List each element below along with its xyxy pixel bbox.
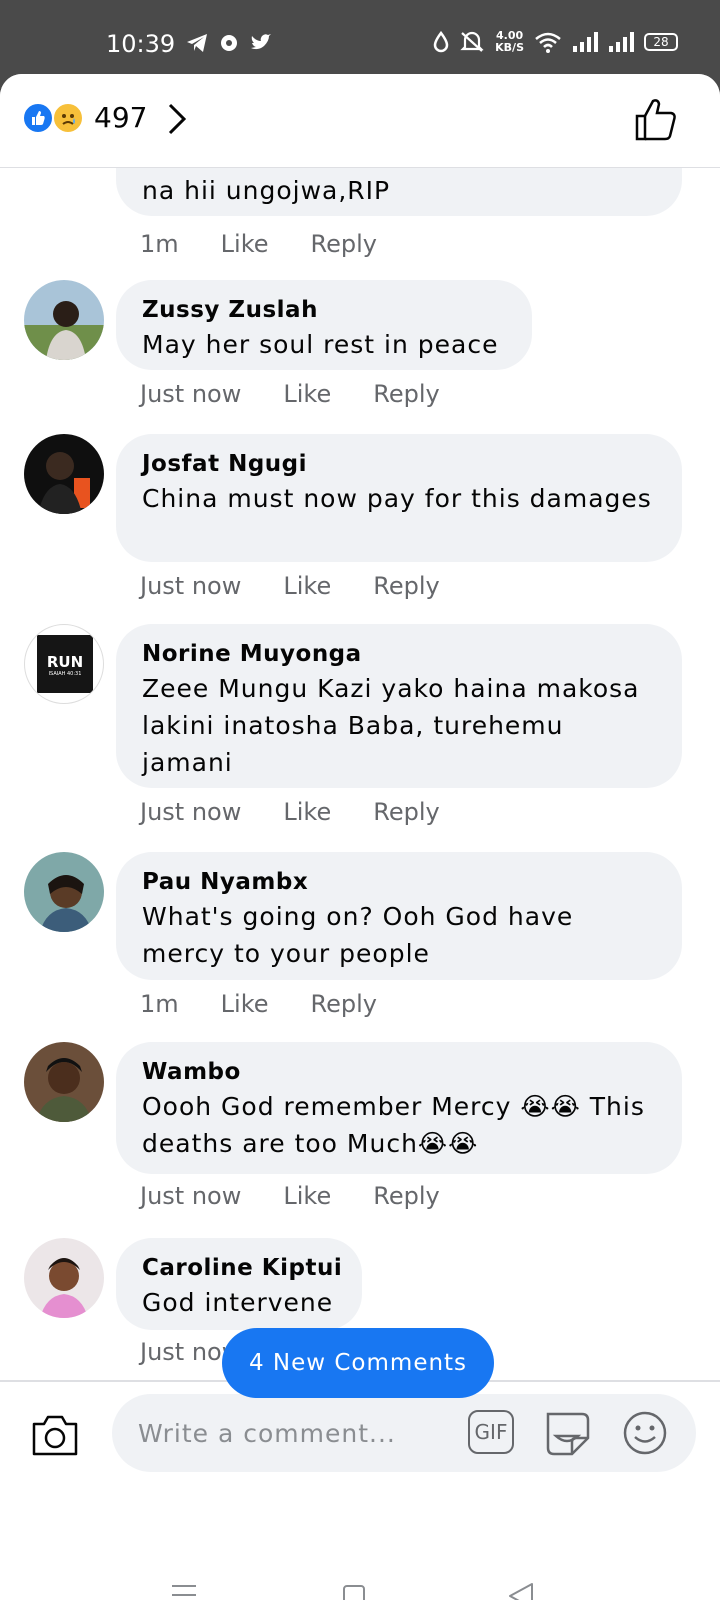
reply-button[interactable]: Reply bbox=[311, 230, 377, 258]
network-speed: 4.00 KB/S bbox=[495, 30, 524, 54]
reactions-header[interactable]: 497 bbox=[0, 74, 720, 168]
comment-text: What's going on? Ooh God have mercy to y… bbox=[142, 902, 574, 968]
like-button[interactable]: Like bbox=[283, 380, 331, 408]
comment-time: Just now bbox=[140, 798, 242, 826]
comment-actions: Just now Like Reply bbox=[140, 1182, 482, 1210]
data-saver-icon bbox=[433, 31, 449, 53]
comment-text: China must now pay for this damages bbox=[142, 484, 652, 513]
avatar[interactable] bbox=[24, 280, 104, 360]
network-speed-unit: KB/S bbox=[495, 41, 524, 54]
home-icon[interactable] bbox=[342, 1584, 366, 1600]
comment-input[interactable] bbox=[138, 1416, 438, 1450]
status-time: 10:39 bbox=[106, 30, 176, 58]
reply-button[interactable]: Reply bbox=[373, 380, 439, 408]
new-comments-button[interactable]: 4 New Comments bbox=[222, 1328, 494, 1398]
comment-author[interactable]: Norine Muyonga bbox=[142, 638, 656, 670]
reply-button[interactable]: Reply bbox=[311, 990, 377, 1018]
comment-text: Zeee Mungu Kazi yako haina makosa lakini… bbox=[142, 674, 640, 777]
avatar-text: RUN bbox=[46, 653, 84, 671]
avatar-shirt-graphic: RUN ISAIAH 40:31 bbox=[37, 635, 93, 693]
avatar[interactable] bbox=[24, 434, 104, 514]
comment-actions: 1m Like Reply bbox=[140, 230, 419, 258]
avatar[interactable]: RUN ISAIAH 40:31 bbox=[24, 624, 104, 704]
comment-input-wrapper: GIF bbox=[112, 1394, 696, 1472]
comment-bubble[interactable]: Josfat Ngugi China must now pay for this… bbox=[116, 434, 682, 562]
comments-list[interactable]: na hii ungojwa,RIP 1m Like Reply Zussy Z… bbox=[0, 168, 720, 1380]
comment-time: 1m bbox=[140, 990, 179, 1018]
comment-time: Just now bbox=[140, 1182, 242, 1210]
menu-icon[interactable] bbox=[172, 1584, 196, 1600]
comment-text: God intervene bbox=[142, 1288, 334, 1317]
mute-icon bbox=[460, 31, 484, 52]
wifi-icon bbox=[535, 32, 561, 53]
like-icon[interactable] bbox=[634, 96, 678, 142]
comment-author[interactable]: Josfat Ngugi bbox=[142, 448, 656, 480]
comment-author[interactable]: Caroline Kiptui bbox=[142, 1252, 342, 1284]
comment-time: Just now bbox=[140, 380, 242, 408]
signal-icon-1 bbox=[573, 32, 598, 52]
reply-button[interactable]: Reply bbox=[373, 798, 439, 826]
like-button[interactable]: Like bbox=[221, 990, 269, 1018]
comment-actions: Just now Like Reply bbox=[140, 798, 482, 826]
comment-actions: Just now Like Reply bbox=[140, 572, 482, 600]
comment-time: Just now bbox=[140, 572, 242, 600]
notification-icons bbox=[186, 33, 272, 53]
comment-author[interactable]: Wambo bbox=[142, 1056, 656, 1088]
telegram-icon bbox=[186, 33, 208, 53]
avatar-subtext: ISAIAH 40:31 bbox=[48, 671, 82, 677]
comment-author[interactable]: Pau Nyambx bbox=[142, 866, 656, 898]
like-button[interactable]: Like bbox=[283, 1182, 331, 1210]
camera-icon[interactable] bbox=[30, 1412, 80, 1458]
app-notification-icon bbox=[218, 33, 240, 53]
comment-actions: 1m Like Reply bbox=[140, 990, 419, 1018]
comment-bubble[interactable]: Pau Nyambx What's going on? Ooh God have… bbox=[116, 852, 682, 980]
comment-bubble[interactable]: na hii ungojwa,RIP bbox=[116, 168, 682, 216]
system-nav-bar bbox=[0, 1490, 720, 1600]
reply-button[interactable]: Reply bbox=[373, 1182, 439, 1210]
twitter-icon bbox=[250, 33, 272, 53]
comment-bubble[interactable]: Wambo Oooh God remember Mercy 😭😭 This de… bbox=[116, 1042, 682, 1174]
comment-text: May her soul rest in peace bbox=[142, 330, 499, 359]
battery-indicator: 28 bbox=[644, 33, 678, 51]
reply-button[interactable]: Reply bbox=[373, 572, 439, 600]
comment-text: na hii ungojwa,RIP bbox=[142, 176, 391, 205]
like-reaction-icon bbox=[22, 102, 54, 134]
gif-button[interactable]: GIF bbox=[468, 1410, 514, 1454]
system-status-icons: 4.00 KB/S 28 bbox=[433, 30, 678, 54]
signal-icon-2 bbox=[609, 32, 634, 52]
like-button[interactable]: Like bbox=[283, 798, 331, 826]
comment-bubble[interactable]: Norine Muyonga Zeee Mungu Kazi yako hain… bbox=[116, 624, 682, 788]
sad-reaction-icon bbox=[52, 102, 84, 134]
comment-bubble[interactable]: Caroline Kiptui God intervene bbox=[116, 1238, 362, 1330]
comment-text: Oooh God remember Mercy 😭😭 This deaths a… bbox=[142, 1092, 645, 1158]
emoji-icon[interactable] bbox=[622, 1410, 668, 1456]
comment-bubble[interactable]: Zussy Zuslah May her soul rest in peace bbox=[116, 280, 532, 370]
avatar[interactable] bbox=[24, 852, 104, 932]
sticker-icon[interactable] bbox=[542, 1408, 592, 1456]
avatar[interactable] bbox=[24, 1238, 104, 1318]
status-bar: 10:39 4.00 KB/S 28 bbox=[0, 0, 720, 76]
like-button[interactable]: Like bbox=[283, 572, 331, 600]
comment-actions: Just now Like Reply bbox=[140, 380, 482, 408]
comment-time: 1m bbox=[140, 230, 179, 258]
avatar[interactable] bbox=[24, 1042, 104, 1122]
back-icon[interactable] bbox=[508, 1582, 534, 1600]
chevron-right-icon[interactable] bbox=[166, 102, 188, 136]
reaction-count[interactable]: 497 bbox=[94, 101, 147, 134]
like-button[interactable]: Like bbox=[221, 230, 269, 258]
comment-author[interactable]: Zussy Zuslah bbox=[142, 294, 506, 326]
